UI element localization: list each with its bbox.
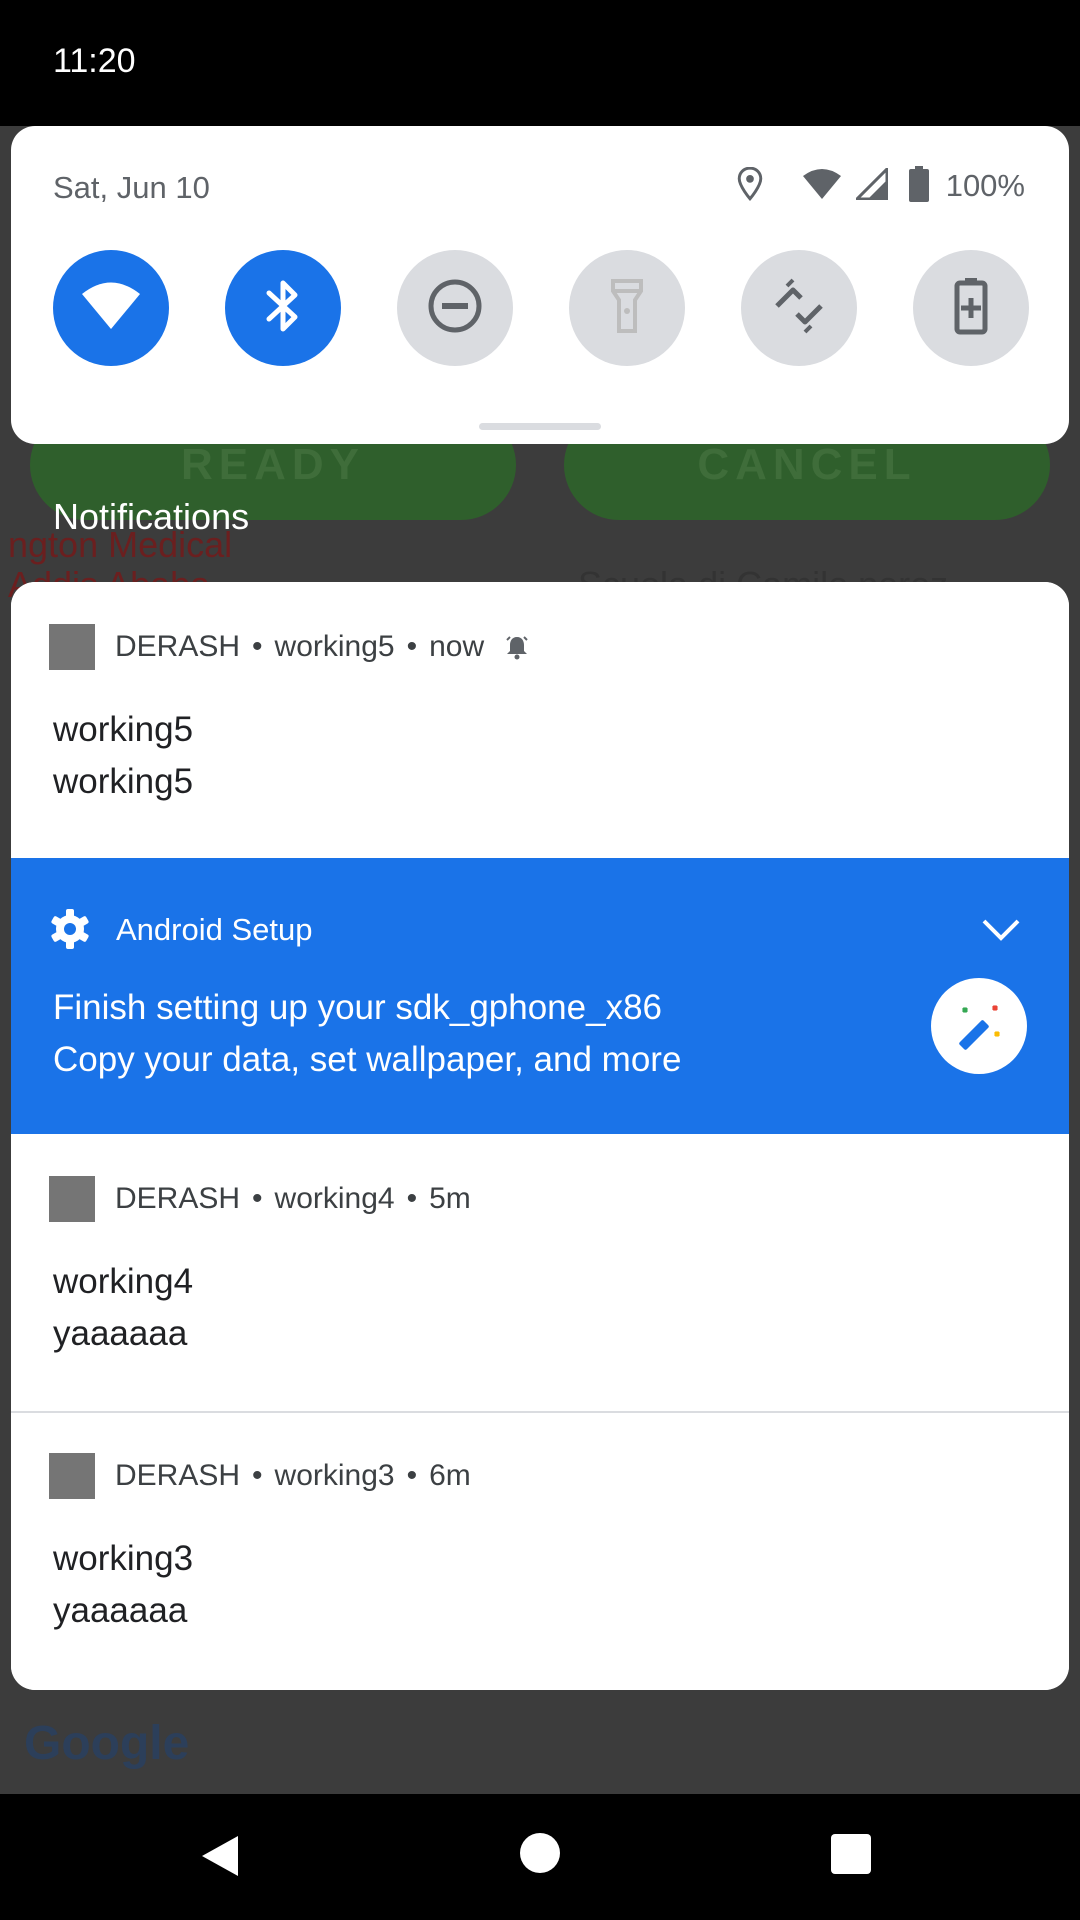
magic-wand-icon [931,978,1027,1074]
notification-time: 6m [429,1459,471,1492]
google-logo: Google [24,1717,190,1770]
notification-subtext: working3 [274,1459,395,1492]
notification-header: DERASH • working4 • 5m [49,1176,471,1222]
flashlight-icon [610,278,644,339]
wifi-tile[interactable] [53,250,169,366]
notification-app-name: DERASH [115,1182,241,1215]
qs-drag-handle[interactable] [479,423,601,430]
back-icon[interactable] [200,1834,240,1883]
notification-card[interactable]: DERASH • working3 • 6m working3 yaaaaaa [11,1413,1069,1690]
notification-app-name: DERASH [115,630,241,663]
setup-body: Copy your data, set wallpaper, and more [53,1040,682,1079]
gear-icon [49,908,91,955]
notification-body: yaaaaaa [53,1591,188,1630]
wifi-icon [80,281,142,336]
navigation-bar [0,1794,1080,1920]
rotate-icon [771,278,827,339]
notification-header: DERASH • working5 • now [49,624,530,670]
notification-app-name: DERASH [115,1459,241,1492]
battery-icon [908,165,930,207]
dnd-tile[interactable] [397,250,513,366]
separator-dot: • [252,1459,263,1492]
notification-time: 5m [429,1182,471,1215]
separator-dot: • [406,1182,418,1215]
notification-header: DERASH • working3 • 6m [49,1453,471,1499]
app-icon [49,624,95,670]
notification-card[interactable]: DERASH • working5 • now working5 working… [11,582,1069,858]
notification-stack: DERASH • working5 • now working5 working… [11,582,1069,1690]
app-icon [49,1176,95,1222]
recents-icon[interactable] [831,1834,871,1874]
separator-dot: • [252,630,263,663]
bluetooth-tile[interactable] [225,250,341,366]
separator-dot: • [406,630,418,663]
notification-title: working4 [53,1262,194,1301]
separator-dot: • [406,1459,418,1492]
battery-saver-tile[interactable] [913,250,1029,366]
notification-body: working5 [53,762,194,801]
wifi-signal-icon [802,168,842,205]
status-bar: 11:20 [0,0,1080,126]
notification-body: yaaaaaa [53,1314,188,1353]
location-icon [736,166,764,206]
cell-signal-icon [853,164,889,205]
notification-card[interactable]: DERASH • working4 • 5m working4 yaaaaaa [11,1134,1069,1410]
alerting-bell-icon [504,634,530,660]
notification-title: working3 [53,1539,194,1578]
notification-subtext: working5 [274,630,395,663]
qs-date[interactable]: Sat, Jun 10 [53,170,210,206]
notification-subtext: working4 [274,1182,395,1215]
flashlight-tile[interactable] [569,250,685,366]
notifications-header: Notifications [53,496,250,537]
auto-rotate-tile[interactable] [741,250,857,366]
app-icon [49,1453,95,1499]
setup-app-name: Android Setup [116,912,313,947]
dnd-icon [427,278,483,339]
notification-title: working5 [53,710,194,749]
bluetooth-icon [263,278,303,339]
separator-dot: • [252,1182,263,1215]
battery-saver-icon [954,277,988,340]
quick-settings-panel: Sat, Jun 10 100% [11,126,1069,444]
android-setup-notification[interactable]: Android Setup Finish setting up your sdk… [11,858,1069,1134]
battery-percent: 100% [945,168,1025,203]
qs-status-icons: 100% [736,164,1025,207]
notification-time: now [429,630,485,663]
chevron-down-icon[interactable] [981,918,1021,947]
setup-title: Finish setting up your sdk_gphone_x86 [53,988,663,1027]
home-icon[interactable] [520,1833,560,1873]
status-clock: 11:20 [53,42,136,80]
qs-tiles [53,250,1029,366]
